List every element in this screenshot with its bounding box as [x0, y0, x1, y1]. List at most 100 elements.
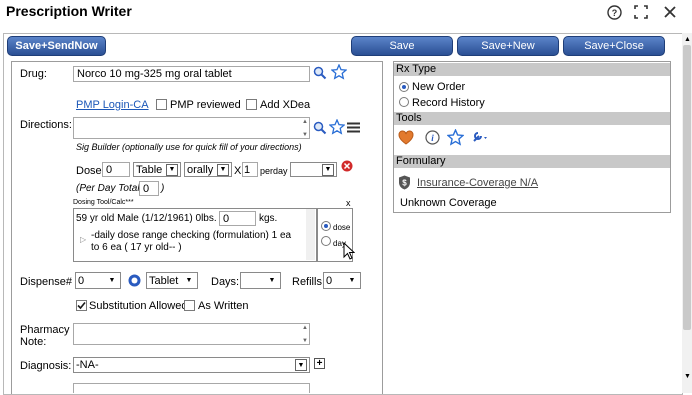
dollar-shield-icon: $ — [398, 175, 411, 193]
rx-type-header: Rx Type — [394, 63, 670, 76]
dose-input[interactable]: 0 — [102, 162, 130, 177]
save-close-button[interactable]: Save+Close — [563, 36, 665, 56]
dosing-close-button[interactable]: x — [346, 198, 351, 208]
pmp-reviewed-checkbox[interactable] — [156, 99, 167, 110]
save-send-now-button[interactable]: Save+SendNow — [7, 36, 106, 56]
chevron-down-icon: ▼ — [322, 163, 334, 176]
kgs-label: kgs. — [259, 213, 278, 224]
times-x-label: X — [234, 165, 242, 177]
heart-icon[interactable] — [398, 130, 414, 148]
scrollbar[interactable]: ▲ ▼ — [682, 33, 692, 393]
add-diagnosis-button[interactable]: + — [314, 358, 325, 369]
save-button[interactable]: Save — [351, 36, 453, 56]
add-xdea-checkbox[interactable] — [246, 99, 257, 110]
maximize-icon[interactable] — [633, 4, 649, 20]
scroll-down-icon[interactable]: ▼ — [684, 373, 691, 380]
refills-value: 0 — [326, 274, 333, 287]
expand-arrow-icon[interactable]: ▷ — [80, 235, 86, 244]
dispense-unit-select[interactable]: Tablet ▼ — [146, 272, 198, 289]
save-new-button-label: Save+New — [481, 40, 535, 52]
add-xdea-label: Add XDea — [260, 99, 311, 111]
times-input[interactable]: 1 — [242, 162, 258, 177]
days-label: Days: — [211, 276, 240, 288]
svg-text:$: $ — [402, 179, 407, 188]
frequency-select[interactable]: ▼ — [290, 162, 337, 177]
chevron-down-icon: ▼ — [266, 274, 278, 287]
dosing-scrollbar[interactable] — [306, 209, 315, 260]
kgs-input[interactable]: 0 — [219, 211, 256, 226]
day-radio[interactable] — [321, 236, 331, 246]
help-icon[interactable]: ? — [606, 4, 622, 20]
chevron-down-icon: ▼ — [295, 359, 307, 371]
as-written-checkbox[interactable] — [184, 300, 195, 311]
dose-form-value: Table — [136, 163, 163, 176]
wrench-icon[interactable] — [472, 131, 488, 146]
record-history-radio[interactable] — [399, 97, 409, 107]
star-icon[interactable] — [446, 128, 465, 149]
as-written-label: As Written — [198, 300, 249, 312]
save-new-button[interactable]: Save+New — [457, 36, 559, 56]
chevron-down-icon: ▼ — [217, 163, 229, 176]
svg-text:?: ? — [611, 8, 617, 18]
refills-label: Refills: — [292, 276, 326, 288]
diagnosis-select[interactable]: -NA- ▼ — [73, 357, 310, 373]
dose-form-select[interactable]: Table ▼ — [133, 162, 181, 177]
rx-side-panel: Rx Type New Order Record History Tools i… — [393, 61, 671, 213]
dosing-info-box: 59 yr old Male (1/12/1961) 0lbs. 0 kgs. … — [73, 208, 317, 262]
directions-scroll-down-icon[interactable]: ▼ — [302, 132, 308, 138]
dispense-unit-value: Tablet — [149, 274, 179, 287]
pharmacy-note-label-1: Pharmacy — [20, 324, 70, 336]
directions-search-icon[interactable] — [313, 121, 327, 138]
info-icon[interactable]: i — [425, 130, 440, 148]
window-title: Prescription Writer — [6, 3, 132, 19]
insurance-coverage-link[interactable]: Insurance-Coverage N/A — [417, 177, 538, 189]
search-icon[interactable] — [313, 66, 327, 83]
dose-radio[interactable] — [321, 221, 331, 231]
dispense-select[interactable]: 0 ▼ — [75, 272, 121, 289]
next-field-partial[interactable] — [73, 383, 310, 393]
dispense-label: Dispense# — [20, 276, 72, 288]
directions-textarea[interactable]: ▲ ▼ — [73, 117, 310, 139]
dose-label: Dose: — [76, 165, 105, 177]
sig-builder-hint: Sig Builder (optionally use for quick fi… — [76, 142, 302, 152]
pharmacy-note-textarea[interactable]: ▲ ▼ — [73, 323, 310, 345]
diagnosis-label: Diagnosis: — [20, 360, 72, 372]
chevron-down-icon: ▼ — [183, 274, 195, 287]
perday-label: perday — [260, 166, 288, 176]
pmp-reviewed-label: PMP reviewed — [170, 99, 241, 111]
patient-info: 59 yr old Male (1/12/1961) 0lbs. — [76, 213, 217, 224]
directions-scroll-up-icon[interactable]: ▲ — [302, 119, 308, 125]
pharmacy-scroll-up-icon[interactable]: ▲ — [302, 325, 308, 331]
dispense-unit-icon[interactable] — [128, 274, 141, 290]
diagnosis-value: -NA- — [76, 359, 99, 371]
drug-input[interactable]: Norco 10 mg-325 mg oral tablet — [73, 66, 310, 82]
formulary-header: Formulary — [394, 155, 670, 168]
route-value: orally — [187, 163, 214, 176]
chevron-down-icon: ▼ — [166, 163, 178, 176]
pharmacy-note-label-2: Note: — [20, 336, 47, 348]
substitution-checkbox[interactable] — [76, 300, 87, 311]
directions-star-icon[interactable] — [328, 118, 346, 138]
record-history-label: Record History — [412, 97, 485, 109]
dispense-value: 0 — [78, 274, 85, 287]
pharmacy-scroll-down-icon[interactable]: ▼ — [302, 338, 308, 344]
per-day-total-input[interactable]: 0 — [139, 181, 159, 196]
days-select[interactable]: ▼ — [240, 272, 281, 289]
close-icon[interactable] — [662, 4, 678, 20]
per-day-total-label: (Per Day Total: — [76, 183, 143, 194]
scrollbar-thumb[interactable] — [683, 45, 691, 330]
pmp-login-link[interactable]: PMP Login-CA — [76, 99, 149, 111]
per-day-total-close: ) — [161, 183, 165, 194]
coverage-status: Unknown Coverage — [400, 197, 497, 209]
new-order-radio[interactable] — [399, 82, 409, 92]
save-close-button-label: Save+Close — [584, 40, 644, 52]
substitution-label: Substitution Allowed — [89, 300, 188, 312]
clear-dose-icon[interactable] — [341, 160, 353, 175]
dose-range-check: -daily dose range checking (formulation)… — [91, 230, 292, 253]
scroll-up-icon[interactable]: ▲ — [684, 36, 691, 43]
favorite-star-icon[interactable] — [330, 63, 348, 83]
menu-icon[interactable] — [347, 122, 360, 136]
refills-select[interactable]: 0 ▼ — [323, 272, 361, 289]
dosing-tool-label: Dosing Tool/Calc*** — [73, 199, 134, 206]
route-select[interactable]: orally ▼ — [184, 162, 232, 177]
